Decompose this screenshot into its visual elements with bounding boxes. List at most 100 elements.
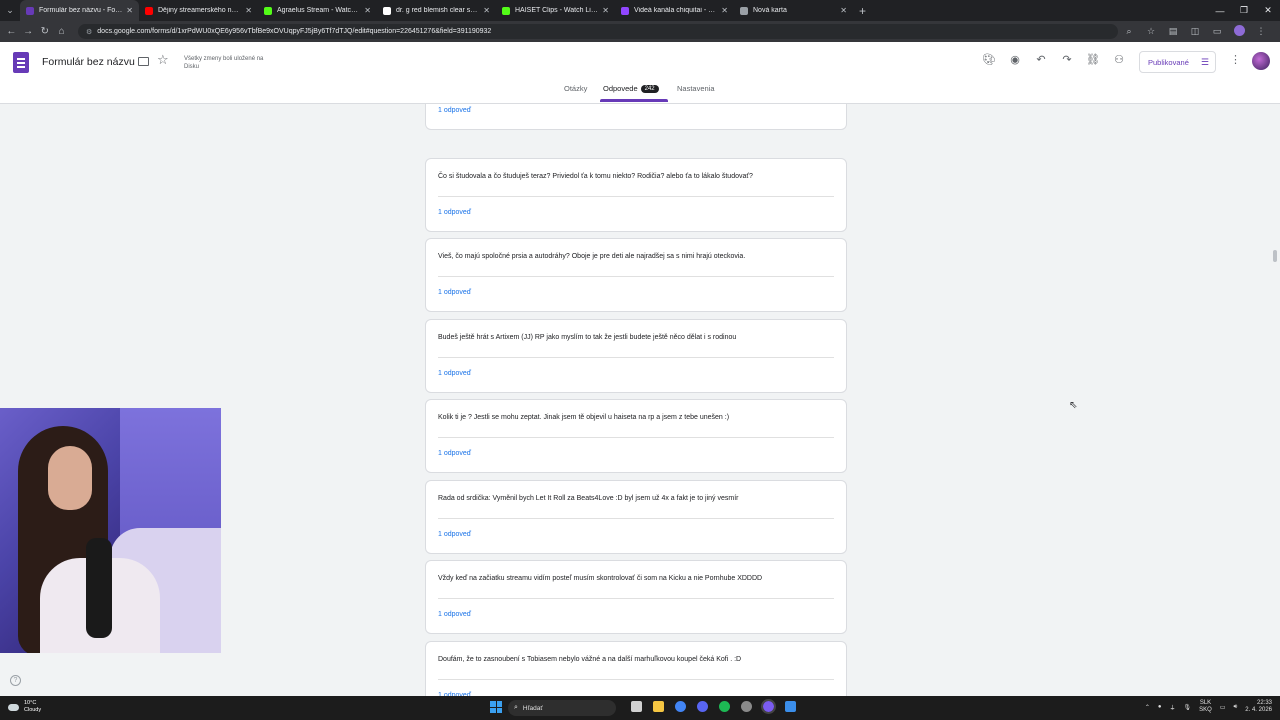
address-bar-row: ← → ↻ ⌂ ⚙ docs.google.com/forms/d/1xrPdW… — [0, 21, 1280, 42]
usb-icon[interactable]: ⏚ — [1170, 703, 1176, 712]
browser-tab[interactable]: Nová karta ✕ — [734, 0, 853, 21]
clock[interactable]: 22:33 2. 4. 2026 — [1245, 700, 1272, 714]
question-text: Vždy keď na začiatku streamu vidím poste… — [438, 575, 763, 582]
bookmark-star-icon[interactable]: ☆ — [1140, 26, 1162, 37]
question-text: Budeš ještě hrát s Artixem (JJ) RP jako … — [438, 333, 737, 341]
google-forms-logo-icon[interactable] — [13, 52, 29, 73]
reload-icon[interactable]: ↻ — [37, 26, 54, 37]
settings-gear-icon[interactable] — [735, 701, 757, 712]
close-tab-icon[interactable]: ✕ — [245, 6, 252, 15]
weather-widget[interactable]: 10°C Cloudy — [8, 700, 41, 714]
tab-favicon-icon — [740, 6, 748, 15]
url-bar[interactable]: ⚙ docs.google.com/forms/d/1xrPdWU0xQE6y9… — [78, 24, 1118, 39]
tab-search-icon[interactable]: ⌄ — [0, 0, 20, 21]
more-options-icon[interactable]: ⋮ — [1230, 53, 1241, 66]
response-count-link[interactable]: 1 odpoveď — [438, 531, 471, 538]
copy-link-icon[interactable]: ⛓ — [1080, 53, 1106, 66]
help-icon[interactable]: ? — [10, 675, 21, 686]
customize-theme-icon[interactable]: 🎨︎ — [976, 53, 1002, 66]
browser-menu-icon[interactable]: ⋮ — [1250, 26, 1272, 37]
form-title[interactable]: Formulár bez názvu — [42, 56, 135, 68]
browser-tab[interactable]: Dějiny streamerského národa ✕ — [139, 0, 258, 21]
response-count-link[interactable]: 1 odpoveď — [438, 289, 471, 296]
site-info-icon[interactable]: ⚙ — [86, 28, 92, 36]
close-tab-icon[interactable]: ✕ — [840, 6, 847, 15]
card-divider — [438, 598, 834, 599]
published-button[interactable]: Publikované ☰ — [1139, 51, 1216, 73]
close-tab-icon[interactable]: ✕ — [602, 6, 609, 15]
task-view-icon[interactable] — [625, 701, 647, 712]
tab-responses[interactable]: Odpovede 242 — [603, 84, 659, 93]
minimize-icon[interactable]: — — [1208, 6, 1232, 16]
tab-favicon-icon — [145, 6, 153, 15]
browser-tab[interactable]: Agraelus Stream - Watch Live o ✕ — [258, 0, 377, 21]
close-window-icon[interactable]: ✕ — [1256, 5, 1280, 16]
file-explorer-icon[interactable] — [647, 701, 669, 712]
restore-icon[interactable]: ❐ — [1232, 5, 1256, 16]
chrome-icon[interactable] — [669, 701, 691, 712]
network-icon[interactable]: ▭ — [1220, 704, 1226, 711]
close-tab-icon[interactable]: ✕ — [721, 6, 728, 15]
webcam-microphone — [86, 538, 112, 638]
search-icon: ⌕ — [514, 704, 518, 711]
browser-tab[interactable]: Formulár bez názvu - Formulár✕ — [20, 0, 139, 21]
response-count-link[interactable]: 1 odpoveď — [438, 611, 471, 618]
star-icon[interactable]: ☆ — [157, 52, 169, 68]
active-tab-indicator — [600, 99, 668, 102]
close-tab-icon[interactable]: ✕ — [126, 6, 133, 15]
scrollbar-thumb[interactable] — [1273, 250, 1277, 262]
back-icon[interactable]: ← — [3, 26, 20, 37]
add-collaborators-icon[interactable]: ⚇ — [1106, 53, 1132, 66]
forward-icon[interactable]: → — [20, 26, 37, 37]
volume-icon[interactable]: 🔊︎ — [1234, 704, 1238, 711]
extension-icon[interactable]: ▤ — [1162, 26, 1184, 37]
app-icon[interactable] — [691, 701, 713, 712]
undo-icon[interactable]: ↶ — [1028, 53, 1054, 66]
redo-icon[interactable]: ↷ — [1054, 53, 1080, 66]
response-count-link[interactable]: 1 odpoveď — [438, 370, 471, 377]
card-divider — [438, 437, 834, 438]
windows-start-icon[interactable] — [490, 701, 502, 713]
save-status: Všetky zmeny boli uložené na Disku — [184, 56, 264, 70]
tab-questions[interactable]: Otázky — [564, 84, 587, 93]
obs-icon[interactable] — [757, 699, 779, 714]
browser-tab[interactable]: HAISET Clips - Watch Live on K✕ — [496, 0, 615, 21]
tab-settings[interactable]: Nastavenia — [677, 84, 715, 93]
spotify-icon[interactable] — [713, 701, 735, 712]
system-tray: ⌃ ● ⏚ 🎙︎ SLK SKQ ▭ 🔊︎ 22:33 2. 4. 2026 — [1137, 700, 1272, 714]
notepad-icon[interactable] — [779, 701, 801, 712]
sidebar-icon[interactable]: ▭ — [1206, 26, 1228, 37]
tab-favicon-icon — [502, 6, 510, 15]
close-tab-icon[interactable]: ✕ — [364, 6, 371, 15]
response-card: Čo si študovala a čo študuješ teraz? Pri… — [425, 157, 847, 232]
home-icon[interactable]: ⌂ — [53, 26, 70, 37]
card-divider — [438, 356, 834, 358]
move-to-folder-icon[interactable] — [138, 57, 149, 66]
browser-tab-bar: ⌄ Formulár bez názvu - Formulár✕Dějiny s… — [0, 0, 1280, 21]
show-hidden-icons-icon[interactable]: ⌃ — [1145, 704, 1150, 711]
microphone-icon[interactable]: 🎙︎ — [1184, 704, 1192, 711]
tab-title: Agraelus Stream - Watch Live o — [277, 7, 360, 14]
taskbar-search-label: Hľadať — [522, 704, 543, 712]
zoom-icon[interactable]: ⌕ — [1118, 26, 1140, 37]
response-count-link[interactable]: 1 odpoveď — [438, 450, 471, 457]
response-count-link[interactable]: 1 odpoveď — [438, 209, 471, 216]
weather-desc: Cloudy — [24, 707, 42, 713]
account-avatar[interactable] — [1252, 52, 1270, 70]
webcam-overlay — [0, 408, 221, 653]
response-count-link[interactable]: 1 odpoveď — [438, 107, 471, 114]
extensions-puzzle-icon[interactable]: ◫ — [1184, 26, 1206, 37]
question-text: Rada od srdička: Vyměnil bych Let It Rol… — [438, 494, 739, 502]
new-tab-button[interactable]: + — [859, 4, 866, 18]
tab-title: Formulár bez názvu - Formulár — [39, 7, 123, 14]
browser-tab[interactable]: dr. g red blemish clear soothin ✕ — [377, 0, 496, 21]
response-card: Doufám, že to zasnoubení s Tobiasem neby… — [425, 640, 847, 696]
browser-tab[interactable]: Videá kanála chiquitai - Twitch✕ — [615, 0, 734, 21]
keyboard-language[interactable]: SLK SKQ — [1199, 700, 1212, 714]
tray-app-icon[interactable]: ● — [1158, 704, 1162, 710]
preview-eye-icon[interactable]: ◉ — [1002, 53, 1028, 66]
taskbar-search[interactable]: ⌕ Hľadať — [508, 700, 616, 716]
tab-title: Videá kanála chiquitai - Twitch — [634, 7, 718, 14]
close-tab-icon[interactable]: ✕ — [483, 6, 490, 15]
profile-avatar-icon[interactable] — [1228, 25, 1250, 38]
